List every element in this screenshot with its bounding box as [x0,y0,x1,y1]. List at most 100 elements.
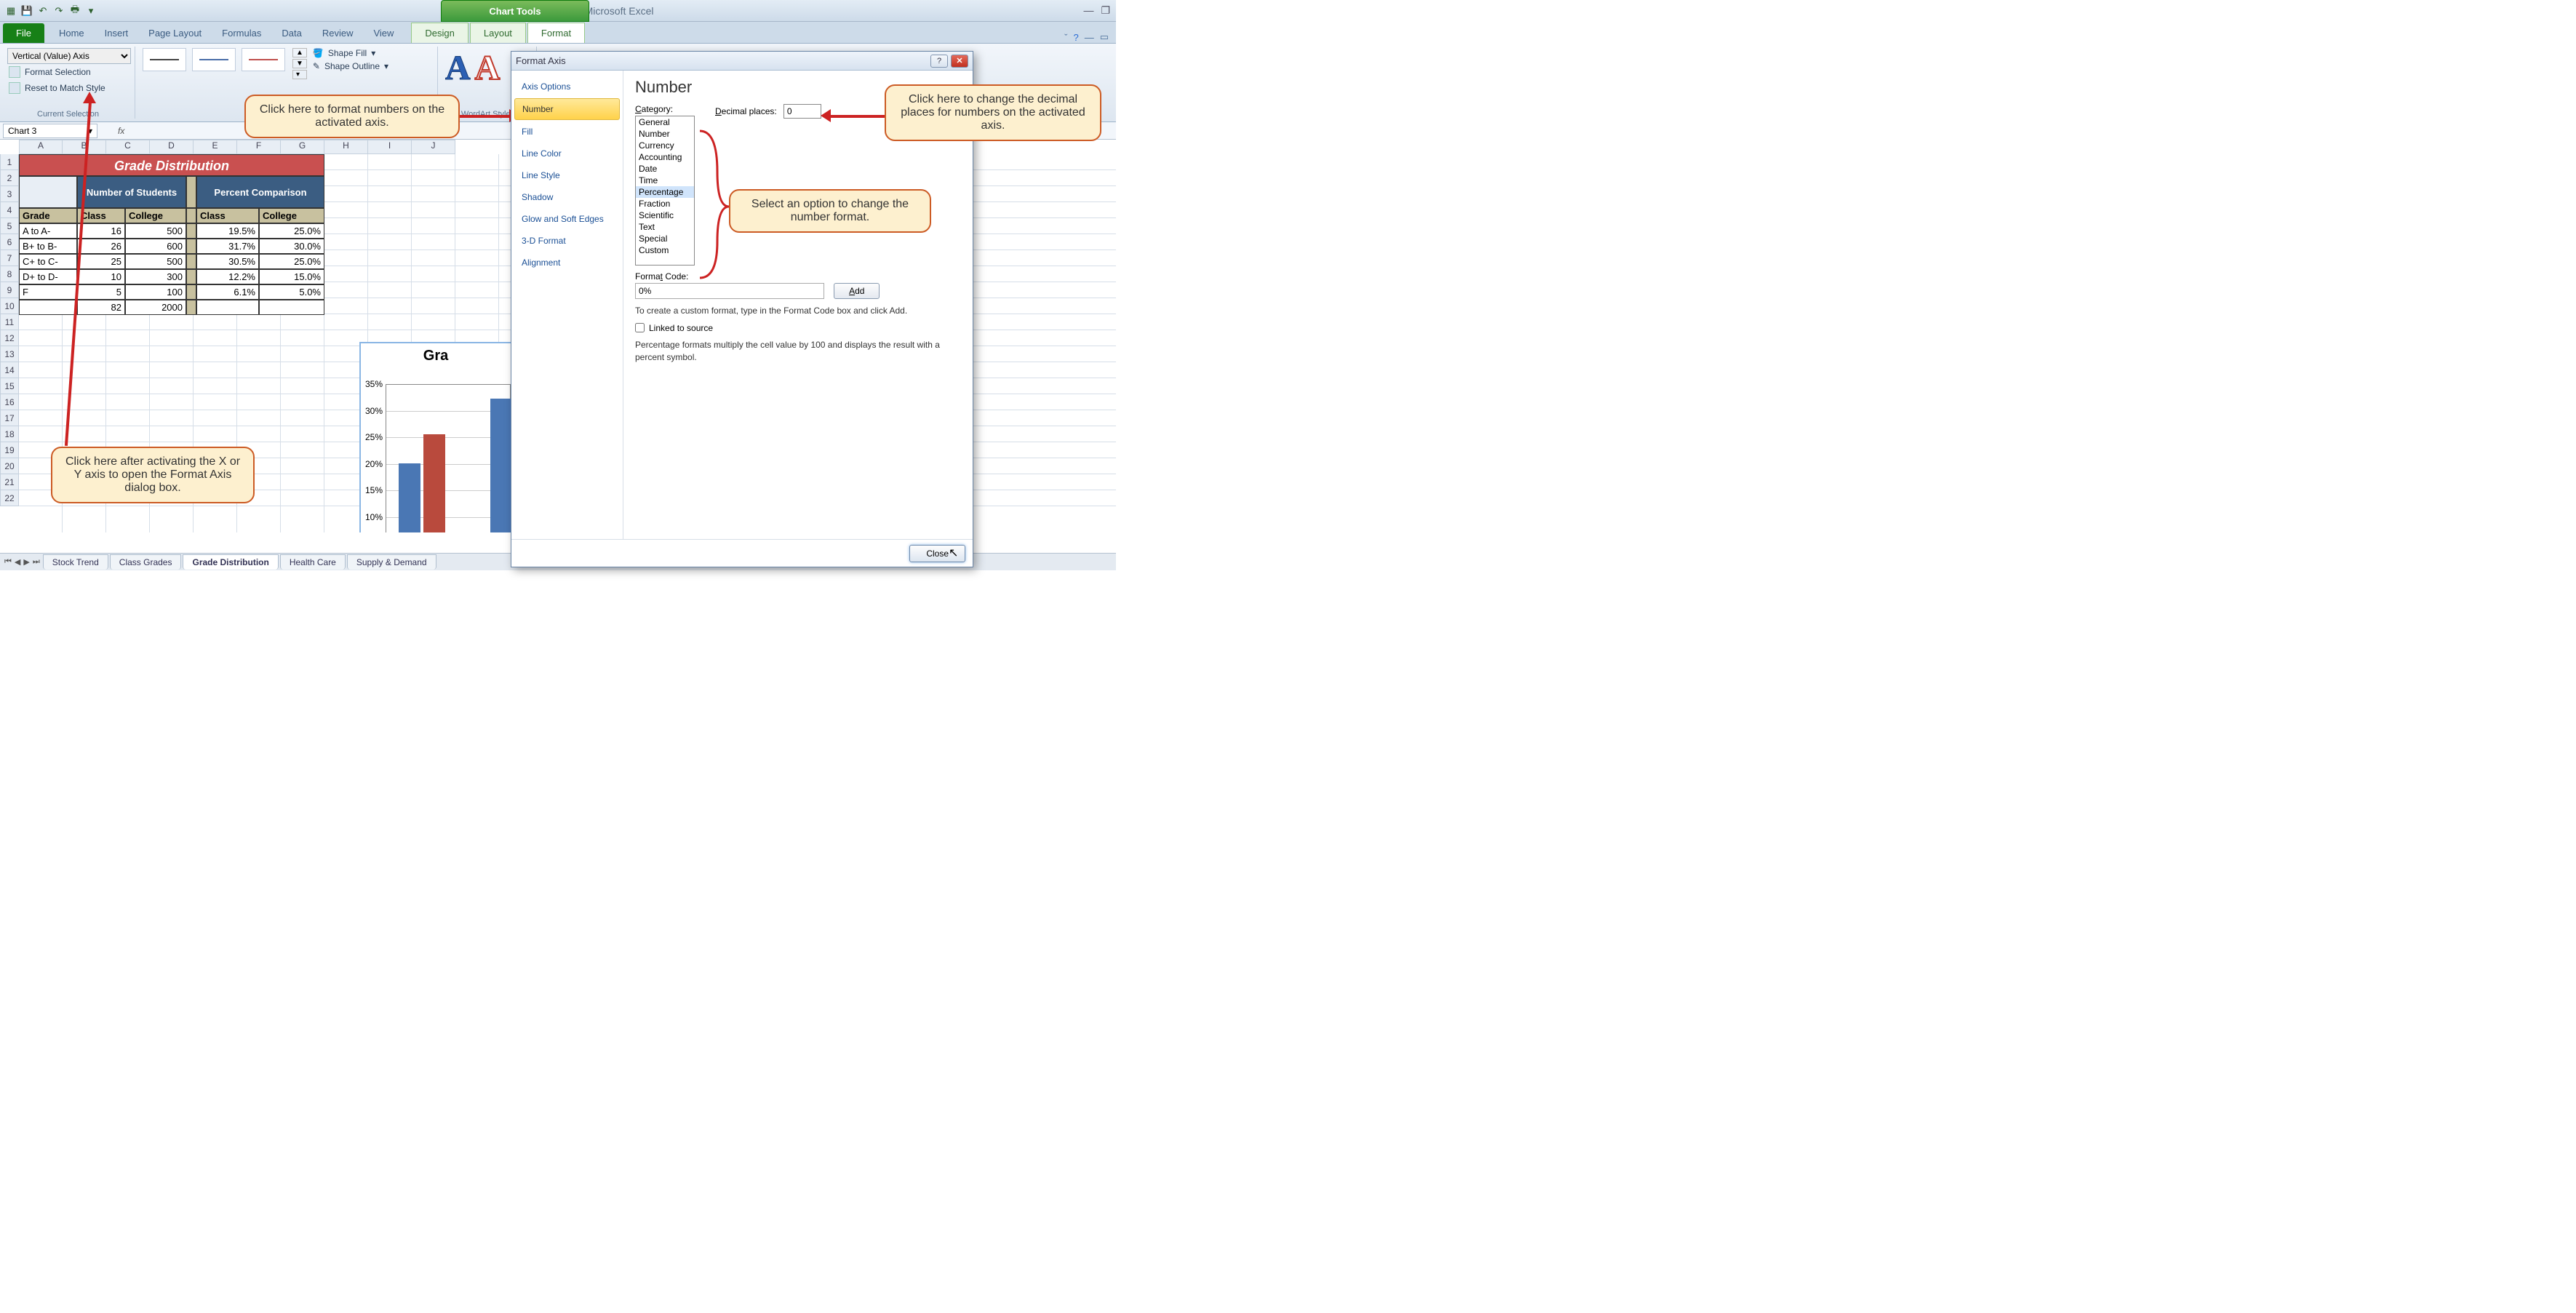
row-header[interactable]: 4 [0,202,19,218]
chart-bar[interactable] [490,399,512,532]
add-button[interactable]: Add [834,283,880,299]
dialog-nav-item[interactable]: Axis Options [514,76,620,97]
category-option[interactable]: Accounting [636,151,694,163]
shape-style-thumb-1[interactable] [143,48,186,71]
row-header[interactable]: 5 [0,218,19,234]
linked-to-source-checkbox[interactable] [635,323,645,332]
shape-style-more-icon[interactable]: ▾ [292,70,307,79]
wordart-thumb-2[interactable]: A [475,48,501,88]
category-option[interactable]: Special [636,233,694,244]
sheet-tab[interactable]: Supply & Demand [347,554,436,570]
help-icon[interactable]: ? [1073,32,1078,43]
tab-data[interactable]: Data [271,23,311,43]
window-close-icon[interactable]: ▭ [1100,31,1109,43]
category-listbox[interactable]: GeneralNumberCurrencyAccountingDateTimeP… [635,116,695,266]
category-option[interactable]: Scientific [636,209,694,221]
chart-element-selector[interactable]: Vertical (Value) Axis [7,48,131,64]
tab-page-layout[interactable]: Page Layout [138,23,212,43]
row-header[interactable]: 19 [0,442,19,458]
category-option[interactable]: General [636,116,694,128]
row-header[interactable]: 11 [0,314,19,330]
category-option[interactable]: Text [636,221,694,233]
column-header[interactable]: E [194,140,237,154]
row-header[interactable]: 13 [0,346,19,362]
category-option[interactable]: Fraction [636,198,694,209]
column-header[interactable]: H [324,140,368,154]
tab-view[interactable]: View [363,23,404,43]
column-header[interactable]: B [63,140,106,154]
sheet-tab[interactable]: Grade Distribution [183,554,278,570]
sheet-nav-next[interactable]: ▶ [23,557,29,567]
save-icon[interactable]: 💾 [20,4,33,17]
shape-style-scroll-up-icon[interactable]: ▲ [292,48,307,57]
column-header[interactable]: D [150,140,194,154]
sheet-nav-last[interactable]: ⏭ [33,557,40,567]
category-option[interactable]: Number [636,128,694,140]
undo-icon[interactable]: ↶ [36,4,49,17]
row-header[interactable]: 20 [0,458,19,474]
row-header[interactable]: 21 [0,474,19,490]
row-header[interactable]: 2 [0,170,19,186]
tab-review[interactable]: Review [312,23,364,43]
dialog-nav-item[interactable]: Number [514,98,620,120]
row-header[interactable]: 17 [0,410,19,426]
sheet-tab[interactable]: Class Grades [110,554,182,570]
dialog-nav-item[interactable]: Glow and Soft Edges [514,209,620,229]
row-header[interactable]: 9 [0,282,19,298]
row-header[interactable]: 7 [0,250,19,266]
row-header[interactable]: 18 [0,426,19,442]
decimal-places-input[interactable] [783,104,821,119]
tab-format[interactable]: Format [527,23,585,43]
row-header[interactable]: 22 [0,490,19,506]
row-header[interactable]: 3 [0,186,19,202]
chart-bar[interactable] [423,434,445,532]
embedded-chart[interactable]: Gra 35%30%25%20%15%10%5%0% A to A- B+ [359,342,512,532]
column-header[interactable]: A [19,140,63,154]
row-header[interactable]: 14 [0,362,19,378]
sheet-nav-prev[interactable]: ◀ [15,557,20,567]
dialog-nav-item[interactable]: Shadow [514,187,620,207]
row-header[interactable]: 12 [0,330,19,346]
shape-outline-button[interactable]: ✎ Shape Outline ▾ [313,61,388,71]
row-header[interactable]: 6 [0,234,19,250]
row-header[interactable]: 1 [0,154,19,170]
row-header[interactable]: 8 [0,266,19,282]
row-header[interactable]: 15 [0,378,19,394]
shape-style-scroll-down-icon[interactable]: ▼ [292,59,307,68]
tab-formulas[interactable]: Formulas [212,23,271,43]
dialog-title-bar[interactable]: Format Axis ? ✕ [511,52,973,71]
category-option[interactable]: Percentage [636,186,694,198]
shape-style-thumb-2[interactable] [192,48,236,71]
column-header[interactable]: C [106,140,150,154]
tab-layout[interactable]: Layout [470,23,526,43]
column-header[interactable]: J [412,140,455,154]
row-header[interactable]: 10 [0,298,19,314]
minimize-icon[interactable]: — [1083,4,1093,17]
row-header[interactable]: 16 [0,394,19,410]
format-code-input[interactable] [635,283,824,299]
redo-icon[interactable]: ↷ [52,4,65,17]
restore-icon[interactable]: ❐ [1101,4,1110,17]
tab-design[interactable]: Design [411,23,468,43]
column-header[interactable]: I [368,140,412,154]
sheet-tab[interactable]: Stock Trend [43,554,108,570]
sheet-nav-first[interactable]: ⏮ [4,557,12,567]
wordart-thumb-1[interactable]: A [445,48,471,88]
dialog-nav-item[interactable]: Fill [514,121,620,142]
fx-icon[interactable]: fx [118,126,124,136]
dialog-nav-item[interactable]: Line Color [514,143,620,164]
window-min-icon[interactable]: — [1085,32,1094,43]
reset-match-style-button[interactable]: Reset to Match Style [7,80,129,96]
shape-style-thumb-3[interactable] [242,48,285,71]
dialog-nav-item[interactable]: Line Style [514,165,620,185]
category-option[interactable]: Custom [636,244,694,256]
print-icon[interactable]: 🖶 [68,4,81,17]
dialog-close-button[interactable]: ✕ [951,55,968,68]
chart-bar[interactable] [399,463,420,532]
category-option[interactable]: Time [636,175,694,186]
shape-fill-button[interactable]: 🪣 Shape Fill ▾ [313,48,388,58]
name-box[interactable]: Chart 3 ▾ [3,124,97,138]
format-selection-button[interactable]: Format Selection [7,64,129,80]
category-option[interactable]: Date [636,163,694,175]
column-header[interactable]: G [281,140,324,154]
